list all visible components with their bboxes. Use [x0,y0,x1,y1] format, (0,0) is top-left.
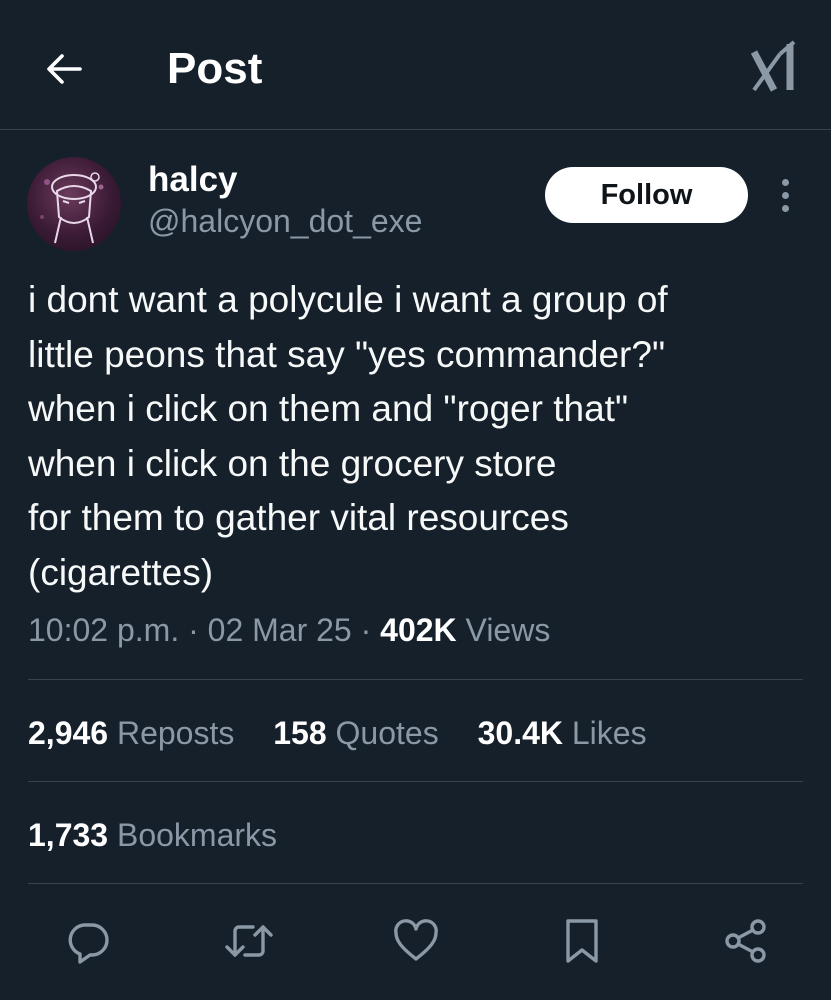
separator: · [188,612,199,648]
reposts-stat[interactable]: 2,946 Reposts [28,715,234,751]
x-logo-icon[interactable] [750,40,800,92]
page-title: Post [167,44,263,93]
bookmark-icon [560,917,604,965]
share-icon [722,917,770,965]
author-display-name[interactable]: halcy [148,160,238,200]
post-text: i dont want a polycule i want a group of… [28,273,808,600]
post-metadata: 10:02 p.m. · 02 Mar 25 · 402K Views [28,607,550,653]
avatar[interactable] [27,157,121,251]
separator: · [360,612,372,648]
divider [28,883,803,884]
bookmarks-count: 1,733 [28,817,109,853]
engagement-stats: 2,946 Reposts 158 Quotes 30.4K Likes [28,711,677,755]
divider [28,781,803,782]
post-text-line: little peons that say "yes commander?" [28,333,666,375]
repost-button[interactable] [221,913,277,969]
more-vertical-icon-dot [781,191,789,199]
reply-button[interactable] [60,913,116,969]
more-vertical-icon [781,178,789,186]
likes-count: 30.4K [477,715,563,751]
likes-label: Likes [571,715,647,751]
quotes-count: 158 [273,715,327,751]
views-count: 402K [380,612,457,648]
repost-icon [223,917,275,965]
more-vertical-icon-dot [781,204,789,212]
reposts-count: 2,946 [28,715,109,751]
bookmarks-label: Bookmarks [116,817,278,853]
back-button[interactable] [40,45,88,93]
action-bar [0,905,831,975]
like-button[interactable] [388,913,444,969]
divider [28,679,803,680]
views-label: Views [465,612,551,648]
post-text-line: when i click on the grocery store [28,442,557,484]
more-options-button[interactable] [770,172,800,218]
post-text-line: for them to gather vital resources [28,497,569,538]
post-text-line: i dont want a polycule i want a group of [28,279,668,320]
follow-button[interactable]: Follow [545,167,748,223]
bookmark-button[interactable] [554,913,610,969]
reply-icon [64,917,112,965]
post-text-line: (cigarettes) [28,551,214,593]
quotes-stat[interactable]: 158 Quotes [273,715,438,751]
post-text-line: when i click on them and "roger that" [28,388,629,429]
author-handle[interactable]: @halcyon_dot_exe [148,202,422,240]
reposts-label: Reposts [116,715,235,751]
post-time[interactable]: 10:02 p.m. [28,612,179,648]
heart-icon [392,917,440,965]
bookmarks-stat[interactable]: 1,733 Bookmarks [28,813,277,857]
top-bar: Post [0,0,831,130]
likes-stat[interactable]: 30.4K Likes [478,715,647,751]
post-date[interactable]: 02 Mar 25 [208,612,352,648]
quotes-label: Quotes [335,715,439,751]
share-button[interactable] [718,913,774,969]
arrow-left-icon [44,49,84,89]
